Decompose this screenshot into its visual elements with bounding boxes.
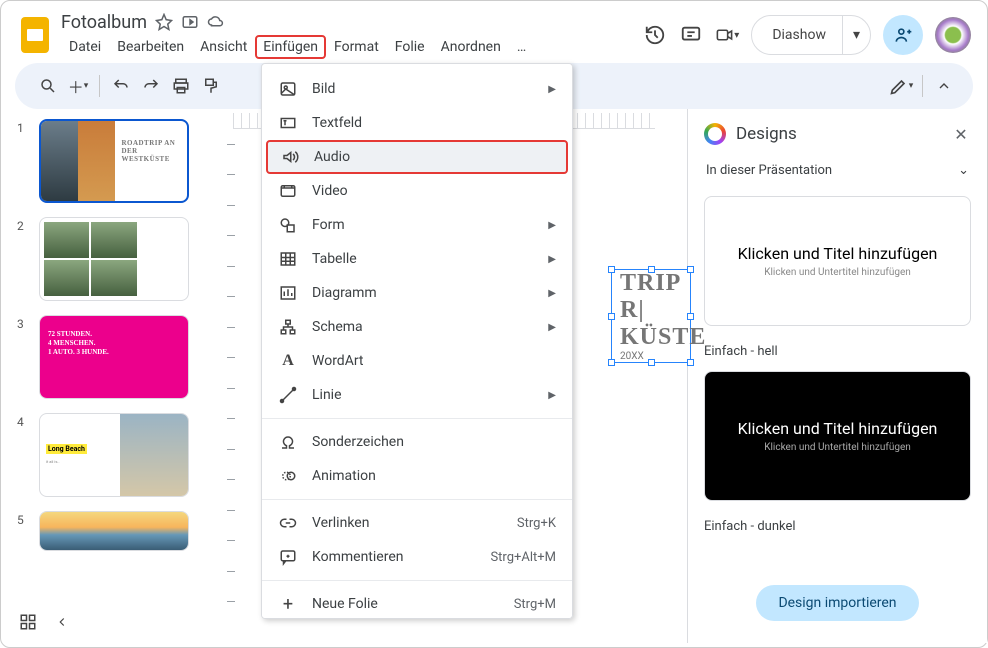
comment-icon	[278, 547, 298, 567]
slides-logo[interactable]	[17, 17, 53, 53]
diashow-label: Diashow	[752, 16, 842, 54]
diashow-button[interactable]: Diashow ▾	[751, 15, 871, 55]
print-icon[interactable]	[168, 73, 194, 99]
menu-format[interactable]: Format	[326, 35, 387, 59]
grid-view-icon[interactable]	[19, 613, 37, 631]
vertical-ruler	[223, 129, 239, 617]
menu-item-bild[interactable]: Bild▶	[262, 72, 572, 106]
link-icon	[278, 513, 298, 533]
design-card-dark[interactable]: Klicken und Titel hinzufügen Klicken und…	[704, 371, 971, 501]
menu-item-verlinken[interactable]: VerlinkenStrg+K	[262, 506, 572, 540]
menu-item-animation[interactable]: Animation	[262, 459, 572, 493]
menu-anordnen[interactable]: Anordnen	[433, 35, 509, 59]
chevron-right-icon: ▶	[548, 220, 556, 231]
textbox-line: TRIP	[620, 270, 690, 297]
undo-icon[interactable]	[108, 73, 134, 99]
thumb-slide-4[interactable]: Long Beachit all is..	[39, 413, 189, 497]
header-actions: ▾ Diashow ▾	[643, 15, 971, 55]
image-icon	[278, 79, 298, 99]
import-design-button[interactable]: Design importieren	[756, 585, 918, 621]
panel-section[interactable]: In dieser Präsentation ⌄	[704, 157, 971, 184]
video-call-icon[interactable]: ▾	[715, 23, 739, 47]
video-icon	[278, 181, 298, 201]
special-icon	[278, 432, 298, 452]
add-icon[interactable]: ＋ ▾	[65, 73, 91, 99]
menu-…[interactable]: …	[509, 35, 534, 59]
thumb-slide-3[interactable]: 72 STUNDEN.4 MENSCHEN.1 AUTO. 3 HUNDE.	[39, 315, 189, 399]
shape-icon	[278, 215, 298, 235]
share-button[interactable]	[883, 15, 923, 55]
doc-title[interactable]: Fotoalbum	[61, 12, 147, 33]
menu-item-textfeld[interactable]: Textfeld	[262, 106, 572, 140]
wordart-icon: A	[278, 351, 298, 371]
plus-icon: +	[278, 594, 298, 614]
pen-icon[interactable]: ▾	[888, 73, 914, 99]
chevron-right-icon: ▶	[548, 322, 556, 333]
menu-item-diagramm[interactable]: Diagramm▶	[262, 276, 572, 310]
history-icon[interactable]	[643, 23, 667, 47]
menu-item-kommentieren[interactable]: KommentierenStrg+Alt+M	[262, 540, 572, 574]
insert-menu-dropdown: Bild▶TextfeldAudioVideoForm▶Tabelle▶Diag…	[261, 63, 573, 619]
audio-icon	[280, 147, 300, 167]
menu-item-wordart[interactable]: AWordArt	[262, 344, 572, 378]
thumb-slide-1[interactable]: ROADTRIP AN DER WESTKÜSTE	[39, 119, 189, 203]
line-icon	[278, 385, 298, 405]
menu-item-linie[interactable]: Linie▶	[262, 378, 572, 412]
menubar: DateiBearbeitenAnsichtEinfügenFormatFoli…	[61, 35, 643, 59]
collapse-icon[interactable]	[931, 73, 957, 99]
menu-datei[interactable]: Datei	[61, 35, 109, 59]
palette-icon	[704, 123, 726, 145]
thumb-nav	[1, 605, 87, 639]
close-icon[interactable]: ✕	[951, 124, 971, 144]
redo-icon[interactable]	[138, 73, 164, 99]
search-icon[interactable]	[35, 73, 61, 99]
animation-icon	[278, 466, 298, 486]
design-card-light[interactable]: Klicken und Titel hinzufügen Klicken und…	[704, 196, 971, 326]
selected-textbox[interactable]: TRIP R| KÜSTE 20XX	[611, 269, 691, 363]
chevron-down-icon: ⌄	[958, 163, 969, 178]
chevron-down-icon[interactable]: ▾	[842, 16, 870, 54]
designs-panel: Designs ✕ In dieser Präsentation ⌄ Klick…	[687, 109, 987, 643]
menu-item-sonderzeichen[interactable]: Sonderzeichen	[262, 425, 572, 459]
avatar[interactable]	[935, 17, 971, 53]
panel-title: Designs	[736, 124, 941, 144]
menu-item-tabelle[interactable]: Tabelle▶	[262, 242, 572, 276]
thumb-number: 1	[17, 119, 29, 203]
table-icon	[278, 249, 298, 269]
schema-icon	[278, 317, 298, 337]
menu-item-form[interactable]: Form▶	[262, 208, 572, 242]
menu-folie[interactable]: Folie	[387, 35, 433, 59]
star-icon[interactable]	[155, 13, 173, 31]
textfield-icon	[278, 113, 298, 133]
menu-ansicht[interactable]: Ansicht	[192, 35, 255, 59]
move-icon[interactable]	[181, 13, 199, 31]
chart-icon	[278, 283, 298, 303]
title-area: Fotoalbum DateiBearbeitenAnsichtEinfügen…	[61, 12, 643, 59]
thumb-slide-5[interactable]	[39, 511, 189, 551]
paint-icon[interactable]	[198, 73, 224, 99]
design-label: Einfach - dunkel	[704, 519, 971, 534]
cloud-icon[interactable]	[207, 13, 225, 31]
chevron-right-icon: ▶	[548, 84, 556, 95]
design-label: Einfach - hell	[704, 344, 971, 359]
menu-bearbeiten[interactable]: Bearbeiten	[109, 35, 192, 59]
menu-item-schema[interactable]: Schema▶	[262, 310, 572, 344]
menu-item-audio[interactable]: Audio	[266, 140, 568, 174]
menu-item-neue folie[interactable]: +Neue FolieStrg+M	[262, 587, 572, 619]
menu-einfügen[interactable]: Einfügen	[255, 35, 326, 59]
chevron-right-icon: ▶	[548, 390, 556, 401]
chevron-right-icon: ▶	[548, 288, 556, 299]
slide-thumbnails: 1 ROADTRIP AN DER WESTKÜSTE 2 3 72 STUND…	[1, 109, 211, 643]
menu-item-video[interactable]: Video	[262, 174, 572, 208]
thumb-slide-2[interactable]	[39, 217, 189, 301]
comment-icon[interactable]	[679, 23, 703, 47]
chevron-left-icon[interactable]	[55, 615, 69, 629]
chevron-right-icon: ▶	[548, 254, 556, 265]
app-header: Fotoalbum DateiBearbeitenAnsichtEinfügen…	[1, 1, 987, 63]
